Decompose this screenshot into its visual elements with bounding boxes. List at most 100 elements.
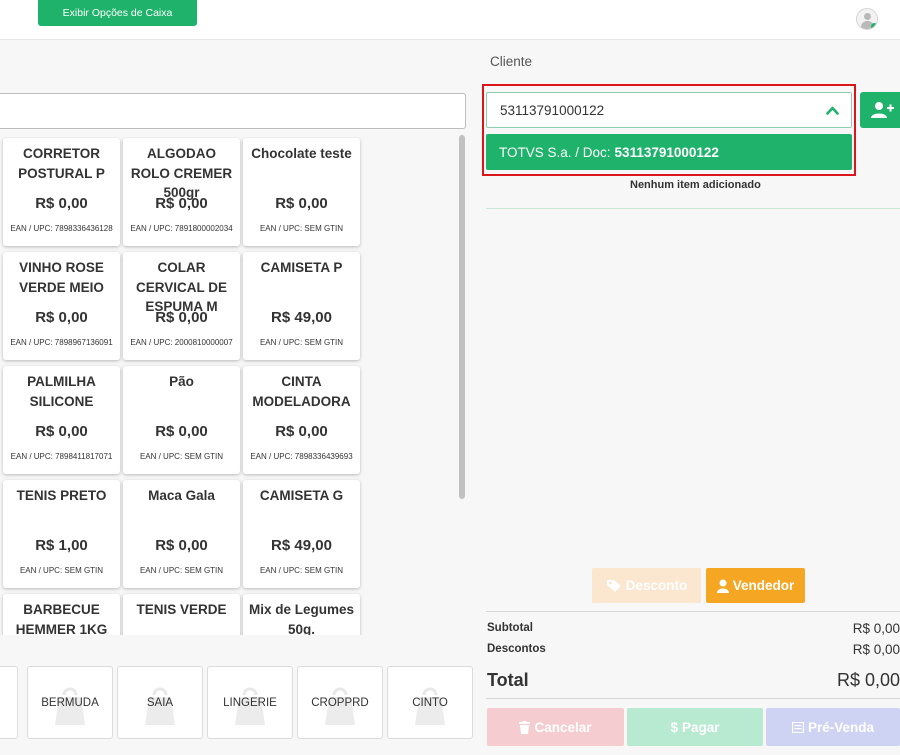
product-name: Mix de Legumes 50g. bbox=[248, 602, 355, 635]
user-icon bbox=[716, 579, 729, 593]
product-ean: EAN / UPC: SEM GTIN bbox=[139, 452, 224, 461]
product-card[interactable]: Chocolate teste R$ 0,00 EAN / UPC: SEM G… bbox=[243, 138, 360, 246]
product-card[interactable]: TENIS VERDE bbox=[123, 594, 240, 635]
product-price: R$ 49,00 bbox=[271, 537, 332, 554]
category-label: SAIA bbox=[146, 696, 174, 709]
discounts-label: Descontos bbox=[487, 643, 546, 655]
product-card[interactable]: TENIS PRETO R$ 1,00 EAN / UPC: SEM GTIN bbox=[3, 480, 120, 588]
pay-button[interactable]: $ Pagar bbox=[627, 708, 763, 746]
chevron-up-icon[interactable] bbox=[826, 104, 839, 117]
product-ean: EAN / UPC: SEM GTIN bbox=[19, 566, 104, 575]
product-name: TENIS PRETO bbox=[16, 488, 107, 503]
subtotal-label: Subtotal bbox=[487, 622, 533, 634]
product-card[interactable]: CAMISETA G R$ 49,00 EAN / UPC: SEM GTIN bbox=[243, 480, 360, 588]
category-tile-bermuda[interactable]: BERMUDA bbox=[27, 666, 113, 739]
product-name: VINHO ROSE VERDE MEIO bbox=[19, 260, 104, 295]
product-search-input[interactable] bbox=[0, 93, 466, 129]
product-ean: EAN / UPC: 2000810000007 bbox=[130, 338, 233, 347]
empty-cart-message: Nenhum item adicionado bbox=[630, 179, 761, 191]
product-card[interactable]: CAMISETA P R$ 49,00 EAN / UPC: SEM GTIN bbox=[243, 252, 360, 360]
product-name: COLAR CERVICAL DE ESPUMA M bbox=[135, 260, 228, 314]
dollar-icon: $ bbox=[670, 719, 678, 735]
divider bbox=[486, 611, 900, 612]
pos-screen: Exibir Opções de Caixa CORRETOR POSTURAL… bbox=[0, 0, 900, 755]
product-card[interactable]: PALMILHA SILICONE R$ 0,00 EAN / UPC: 789… bbox=[3, 366, 120, 474]
product-price: R$ 1,00 bbox=[35, 537, 88, 554]
seller-button[interactable]: Vendedor bbox=[706, 568, 805, 603]
divider bbox=[486, 208, 900, 209]
product-price: R$ 0,00 bbox=[35, 195, 88, 212]
category-tile[interactable] bbox=[0, 666, 18, 739]
top-bar: Exibir Opções de Caixa bbox=[0, 0, 900, 40]
product-card[interactable]: Pão R$ 0,00 EAN / UPC: SEM GTIN bbox=[123, 366, 240, 474]
product-ean: EAN / UPC: 7898411817071 bbox=[10, 452, 113, 461]
add-client-button[interactable] bbox=[860, 92, 900, 128]
product-name: Maca Gala bbox=[148, 488, 215, 503]
suggestion-name: TOTVS S.a. / Doc: bbox=[499, 144, 611, 160]
product-name: TENIS VERDE bbox=[136, 602, 227, 617]
product-ean: EAN / UPC: 7891800002034 bbox=[130, 224, 233, 233]
product-ean: EAN / UPC: SEM GTIN bbox=[259, 566, 344, 575]
client-label: Cliente bbox=[490, 54, 533, 69]
product-card[interactable]: BARBECUE HEMMER 1KG bbox=[3, 594, 120, 635]
product-name: CAMISETA G bbox=[259, 488, 344, 503]
product-price: R$ 0,00 bbox=[155, 537, 208, 554]
product-name: BARBECUE HEMMER 1KG bbox=[15, 602, 108, 635]
user-plus-icon bbox=[871, 102, 894, 118]
divider bbox=[486, 698, 900, 699]
product-name: CINTA MODELADORA bbox=[252, 374, 351, 409]
product-ean: EAN / UPC: SEM GTIN bbox=[259, 224, 344, 233]
discount-button[interactable]: Desconto bbox=[592, 568, 701, 603]
category-strip: BERMUDA SAIA LINGERIE CROPPRD CINTO bbox=[0, 666, 476, 741]
product-price: R$ 0,00 bbox=[275, 195, 328, 212]
show-cash-options-button[interactable]: Exibir Opções de Caixa bbox=[38, 0, 197, 26]
product-name: Pão bbox=[169, 374, 194, 389]
product-ean: EAN / UPC: 7898967136091 bbox=[10, 338, 113, 347]
product-grid-scrollbar[interactable] bbox=[459, 135, 465, 499]
product-price: R$ 0,00 bbox=[155, 195, 208, 212]
product-name: ALGODAO ROLO CREMER 500gr bbox=[130, 146, 233, 200]
product-name: Chocolate teste bbox=[251, 146, 352, 161]
category-tile-lingerie[interactable]: LINGERIE bbox=[207, 666, 293, 739]
product-card[interactable]: CORRETOR POSTURAL P R$ 0,00 EAN / UPC: 7… bbox=[3, 138, 120, 246]
product-price: R$ 0,00 bbox=[155, 423, 208, 440]
product-name: PALMILHA SILICONE bbox=[27, 374, 96, 409]
discount-label: Desconto bbox=[625, 578, 688, 593]
category-label: BERMUDA bbox=[41, 696, 99, 709]
product-card[interactable]: Maca Gala R$ 0,00 EAN / UPC: SEM GTIN bbox=[123, 480, 240, 588]
discounts-value: R$ 0,00 bbox=[852, 642, 900, 657]
product-card[interactable]: Mix de Legumes 50g. bbox=[243, 594, 360, 635]
cancel-button[interactable]: Cancelar bbox=[487, 708, 624, 746]
product-ean: EAN / UPC: SEM GTIN bbox=[139, 566, 224, 575]
product-price: R$ 0,00 bbox=[35, 309, 88, 326]
category-label: CROPPRD bbox=[311, 696, 369, 709]
client-input-value: 53113791000122 bbox=[500, 103, 605, 118]
trash-icon bbox=[519, 720, 531, 734]
product-price: R$ 0,00 bbox=[35, 423, 88, 440]
category-label: LINGERIE bbox=[223, 696, 277, 709]
pre-sale-button[interactable]: Pré-Venda bbox=[766, 708, 900, 746]
product-panel: CORRETOR POSTURAL P R$ 0,00 EAN / UPC: 7… bbox=[0, 40, 476, 755]
pre-sale-label: Pré-Venda bbox=[807, 719, 875, 735]
product-name: CAMISETA P bbox=[260, 260, 343, 275]
cancel-label: Cancelar bbox=[534, 719, 592, 735]
product-ean: EAN / UPC: 7898336439693 bbox=[250, 452, 353, 461]
cart-panel: Cliente 53113791000122 TOTVS S.a. / Doc:… bbox=[476, 40, 900, 755]
total-label: Total bbox=[487, 670, 529, 690]
category-tile-cinto[interactable]: CINTO bbox=[387, 666, 473, 739]
product-ean: EAN / UPC: 7898336436128 bbox=[10, 224, 113, 233]
category-tile-saia[interactable]: SAIA bbox=[117, 666, 203, 739]
product-card[interactable]: CINTA MODELADORA R$ 0,00 EAN / UPC: 7898… bbox=[243, 366, 360, 474]
category-label: CINTO bbox=[412, 696, 448, 709]
total-value: R$ 0,00 bbox=[836, 670, 900, 690]
subtotal-value: R$ 0,00 bbox=[852, 621, 900, 636]
product-card[interactable]: VINHO ROSE VERDE MEIO R$ 0,00 EAN / UPC:… bbox=[3, 252, 120, 360]
seller-label: Vendedor bbox=[732, 578, 795, 593]
client-suggestion-item[interactable]: TOTVS S.a. / Doc: 53113791000122 bbox=[486, 134, 852, 170]
category-tile-cropprd[interactable]: CROPPRD bbox=[297, 666, 383, 739]
pay-label: Pagar bbox=[681, 719, 720, 735]
client-search-input[interactable]: 53113791000122 bbox=[486, 92, 852, 128]
product-card[interactable]: COLAR CERVICAL DE ESPUMA M R$ 0,00 EAN /… bbox=[123, 252, 240, 360]
user-avatar-icon[interactable] bbox=[856, 8, 878, 30]
product-card[interactable]: ALGODAO ROLO CREMER 500gr R$ 0,00 EAN / … bbox=[123, 138, 240, 246]
